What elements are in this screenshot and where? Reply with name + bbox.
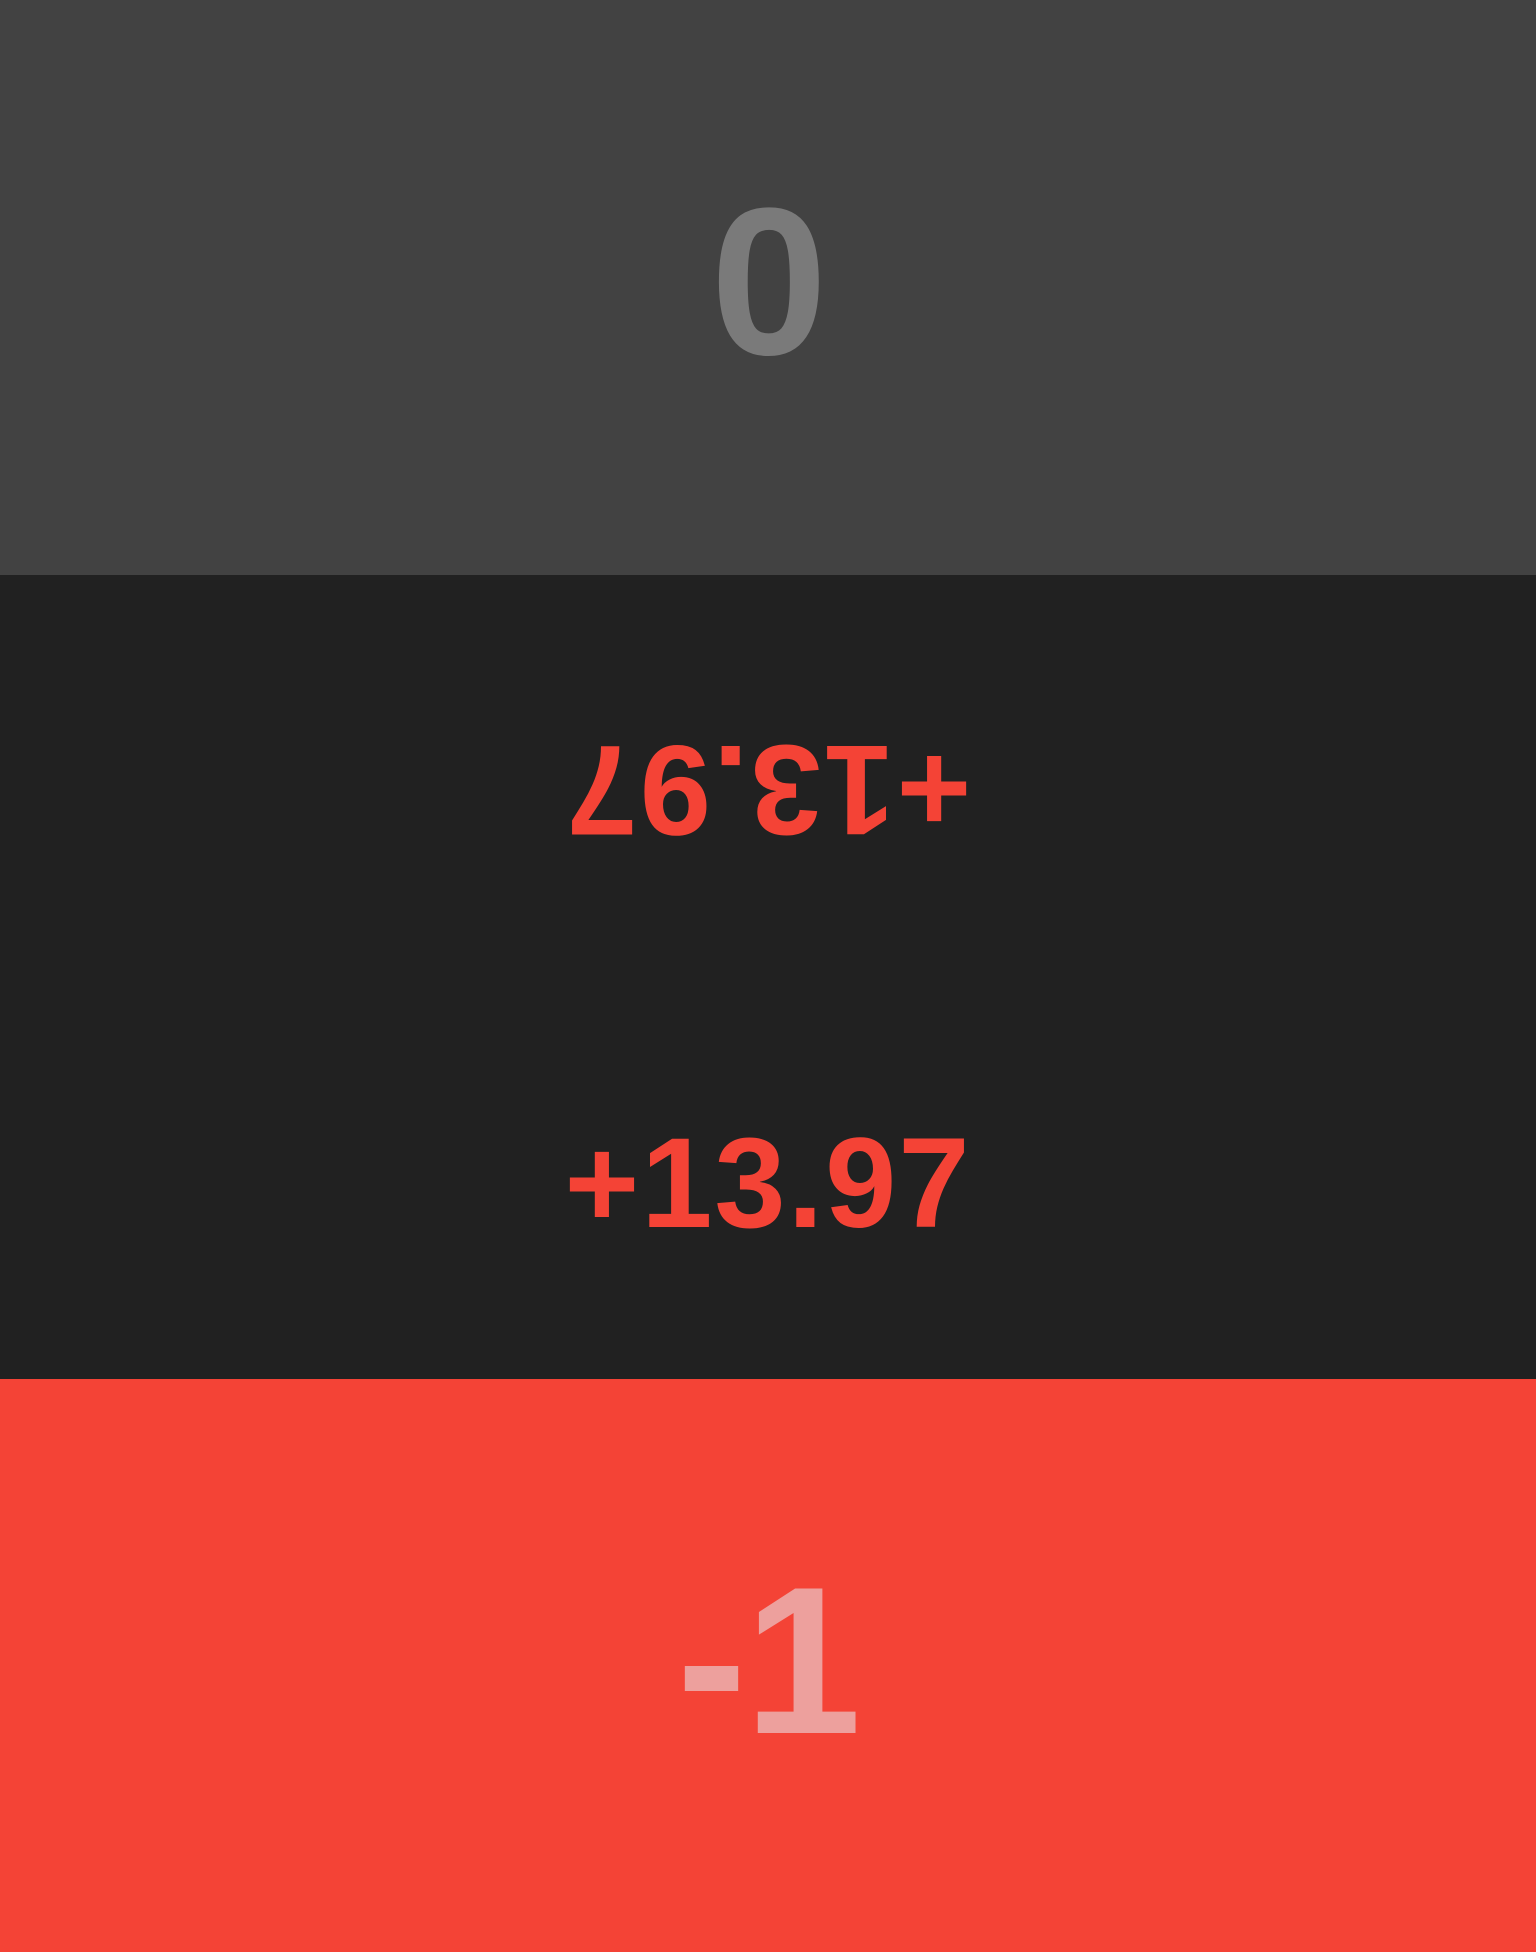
score-display: +13.97 bbox=[564, 1112, 972, 1255]
bottom-player-counter: -1 bbox=[676, 1542, 862, 1778]
bottom-player-panel[interactable]: -1 bbox=[0, 1379, 1536, 1952]
top-player-panel[interactable]: 0 bbox=[0, 0, 1536, 575]
score-display-flipped: +13.97 bbox=[564, 718, 972, 861]
score-display-area: +13.97 +13.97 bbox=[0, 575, 1536, 1379]
top-player-counter: 0 bbox=[710, 163, 828, 399]
score-counter-app: 0 +13.97 +13.97 -1 bbox=[0, 0, 1536, 1952]
